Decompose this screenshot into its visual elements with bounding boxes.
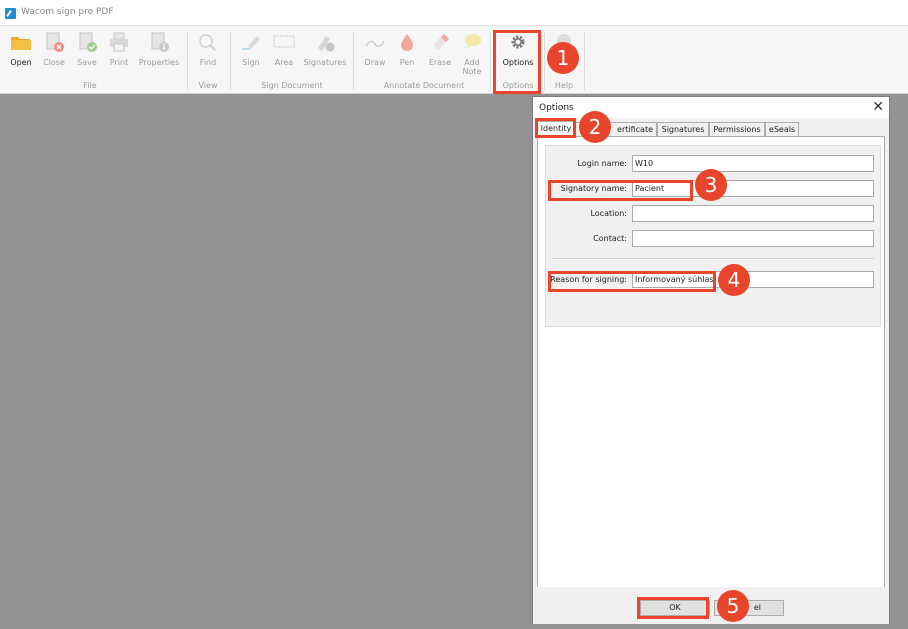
- ribbon-separator: [353, 32, 354, 90]
- close-icon[interactable]: ✕: [872, 99, 884, 115]
- app-logo-icon: [5, 8, 16, 19]
- location-field[interactable]: [632, 205, 874, 222]
- app-title: Wacom sign pro PDF: [21, 7, 114, 17]
- search-icon: [199, 34, 217, 52]
- tab-eseals[interactable]: eSeals: [765, 122, 799, 136]
- step-marker-3: 3: [695, 169, 727, 201]
- dialog-title: Options: [539, 103, 574, 113]
- draw-curve-icon: [365, 40, 385, 48]
- step-marker-2: 2: [579, 111, 611, 143]
- dialog-footer: OK el: [533, 587, 889, 624]
- pen-sign-icon: [242, 36, 260, 50]
- callout-box-reason: [548, 271, 716, 292]
- tab-signatures[interactable]: Signatures: [657, 122, 709, 136]
- step-marker-4: 4: [718, 264, 750, 296]
- contact-field[interactable]: [632, 230, 874, 247]
- printer-icon: [110, 32, 128, 52]
- callout-box-signatory-name: [548, 180, 693, 201]
- folder-icon: [11, 37, 31, 50]
- tab-permissions[interactable]: Permissions: [709, 122, 765, 136]
- step-marker-5: 5: [717, 590, 749, 622]
- callout-box-identity-tab: [535, 118, 576, 138]
- group-divider: [552, 258, 874, 259]
- contact-label: Contact:: [593, 234, 627, 243]
- area-rectangle-icon: [273, 35, 295, 48]
- ink-drop-icon: [401, 34, 413, 51]
- group-label-help: Help: [554, 81, 574, 90]
- ribbon-separator: [544, 32, 545, 90]
- ribbon-separator: [187, 32, 188, 90]
- title-bar: Wacom sign pro PDF: [0, 0, 908, 26]
- step-marker-1: 1: [547, 42, 579, 74]
- eraser-icon: [433, 34, 449, 50]
- group-label-view: View: [198, 81, 218, 90]
- group-label-sign-document: Sign Document: [261, 81, 323, 90]
- group-label-annotate-document: Annotate Document: [383, 81, 465, 90]
- note-bubble-icon: [465, 34, 481, 49]
- save-document-icon: [79, 32, 97, 52]
- signatures-icon: [318, 36, 335, 52]
- properties-icon: [151, 32, 169, 52]
- ribbon-separator: [584, 32, 585, 90]
- group-label-file: File: [83, 81, 97, 90]
- login-name-label: Login name:: [577, 159, 627, 168]
- close-document-icon: [46, 32, 64, 52]
- ribbon-separator: [230, 32, 231, 90]
- callout-box-options: [493, 30, 541, 94]
- callout-box-ok: [637, 597, 709, 619]
- ribbon-separator: [490, 32, 491, 90]
- location-label: Location:: [590, 209, 627, 218]
- login-name-field[interactable]: W10: [632, 155, 874, 172]
- identity-panel: Login name: W10 Signatory name: Pacient …: [537, 136, 885, 616]
- ribbon-toolbar: Open Close Save Print Properties File Fi…: [0, 26, 908, 94]
